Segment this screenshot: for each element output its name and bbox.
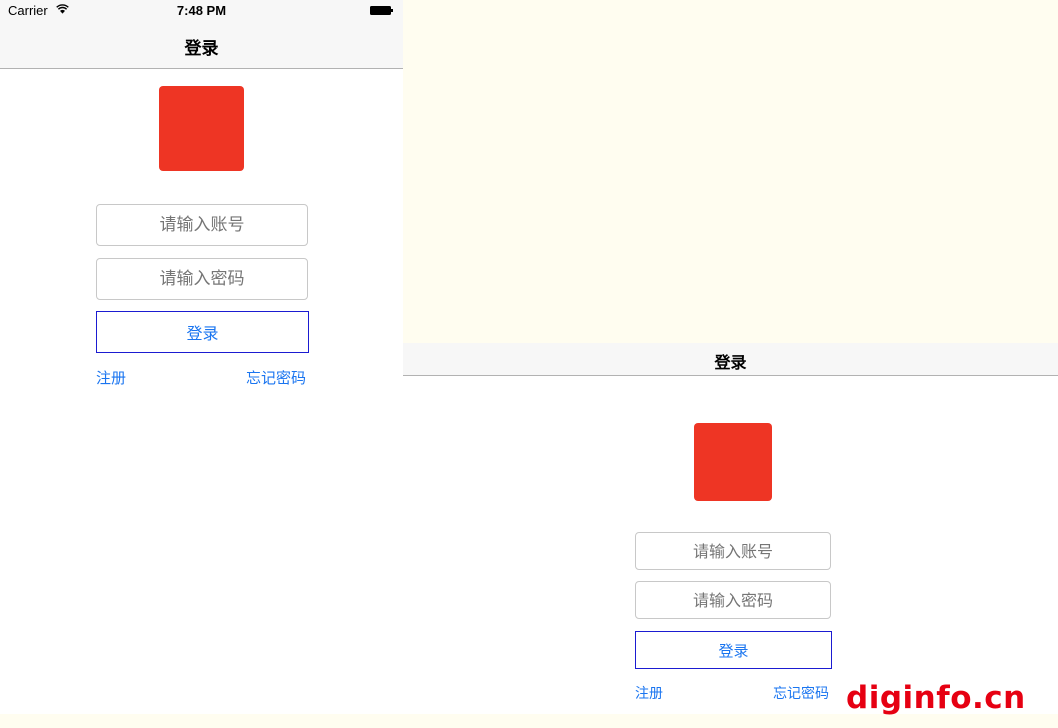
username-input[interactable] — [96, 204, 308, 246]
logo-image — [159, 86, 244, 171]
battery-icon — [370, 6, 393, 15]
login-button[interactable]: 登录 — [96, 311, 309, 353]
watermark-text: diginfo.cn — [846, 680, 1026, 716]
register-link[interactable]: 注册 — [635, 683, 663, 703]
logo-image — [694, 423, 772, 501]
landscape-screen: 登录 登录 注册 忘记密码 — [403, 343, 1058, 714]
status-time: 7:48 PM — [176, 3, 227, 18]
forgot-password-link[interactable]: 忘记密码 — [246, 367, 306, 388]
status-bar: Carrier 7:48 PM — [0, 0, 403, 22]
page-title: 登录 — [714, 353, 747, 372]
navigation-bar: 登录 — [403, 343, 1058, 376]
password-input[interactable] — [635, 581, 831, 619]
navigation-bar: 登录 — [0, 22, 403, 69]
portrait-screen: Carrier 7:48 PM 登录 登录 注册 忘记密码 — [0, 0, 403, 714]
username-input[interactable] — [635, 532, 831, 570]
login-button[interactable]: 登录 — [635, 631, 832, 669]
page-title: 登录 — [184, 39, 219, 59]
register-link[interactable]: 注册 — [96, 367, 126, 388]
forgot-password-link[interactable]: 忘记密码 — [773, 683, 829, 703]
password-input[interactable] — [96, 258, 308, 300]
